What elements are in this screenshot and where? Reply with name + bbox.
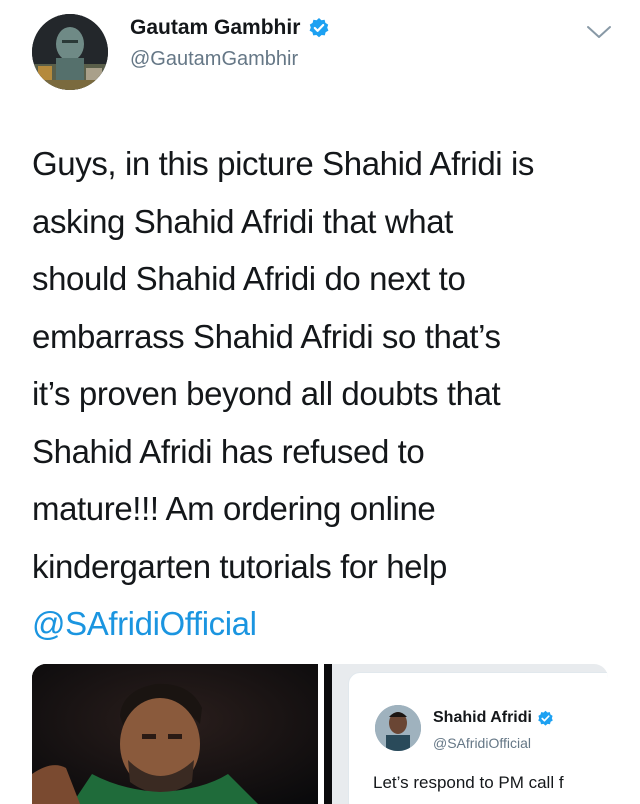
embedded-author-handle[interactable]: @SAfridiOfficial <box>433 735 531 751</box>
embedded-tweet-text: Let’s respond to PM call f <box>373 773 564 792</box>
embedded-tweet-wrapper: Shahid Afridi @SAfridiOfficial Let’s res… <box>324 664 608 804</box>
author-avatar[interactable] <box>32 14 108 90</box>
embedded-avatar-image <box>375 705 421 751</box>
embedded-name-row: Shahid Afridi <box>433 709 554 727</box>
chevron-down-icon[interactable] <box>586 24 612 40</box>
verified-badge-icon <box>308 17 330 39</box>
tweet-header: Gautam Gambhir @GautamGambhir <box>0 0 640 110</box>
media-photo[interactable] <box>32 664 318 804</box>
tweet-line: embarrass Shahid Afridi so that’s <box>32 317 501 355</box>
person-photo-image <box>32 664 318 804</box>
embedded-author-avatar[interactable] <box>375 705 421 751</box>
tweet-body: Guys, in this picture Shahid Afridi is a… <box>32 135 622 653</box>
tweet-line: should Shahid Afridi do next to <box>32 260 466 297</box>
tweet-line: Guys, in this picture Shahid Afridi is <box>32 145 535 182</box>
tweet-line: it’s proven beyond all doubts that <box>32 375 501 412</box>
mention-link[interactable]: @SAfridiOfficial <box>32 595 622 653</box>
tweet-media: Shahid Afridi @SAfridiOfficial Let’s res… <box>32 664 608 804</box>
tweet-line: Shahid Afridi has refused to <box>32 432 425 470</box>
author-name[interactable]: Gautam Gambhir <box>130 16 300 40</box>
tweet-line: asking Shahid Afridi that what <box>32 202 453 240</box>
author-name-row: Gautam Gambhir <box>130 16 330 40</box>
embedded-author-name[interactable]: Shahid Afridi <box>433 709 532 727</box>
author-handle[interactable]: @GautamGambhir <box>130 48 298 71</box>
embedded-tweet-card[interactable]: Shahid Afridi @SAfridiOfficial Let’s res… <box>348 672 608 804</box>
tweet-line: kindergarten tutorials for help <box>32 547 448 585</box>
avatar-image <box>32 14 108 90</box>
verified-badge-icon <box>537 710 554 727</box>
media-divider <box>324 664 332 804</box>
tweet-line: mature!!! Am ordering online <box>32 490 436 527</box>
